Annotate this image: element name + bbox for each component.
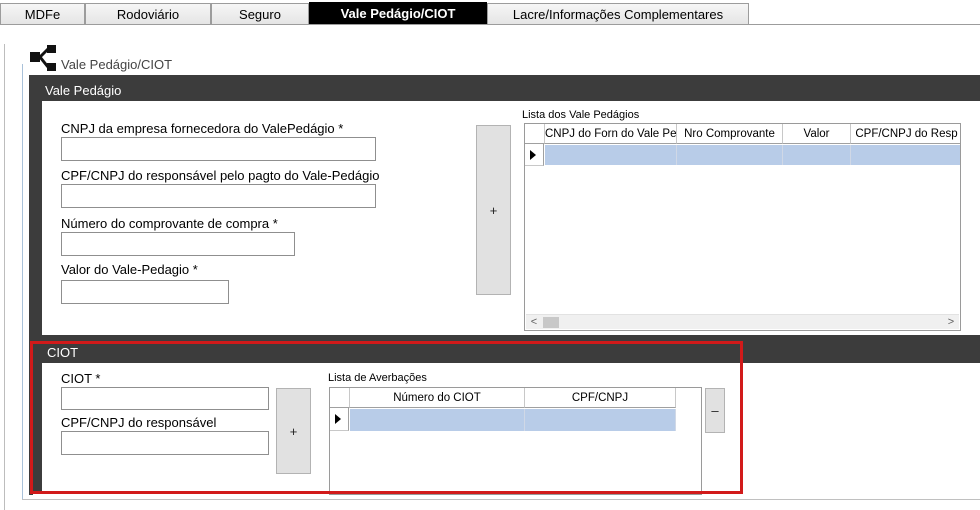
numero-comprovante-input[interactable] [61,232,295,256]
tab-lacre-informacoes[interactable]: Lacre/Informações Complementares [487,3,749,25]
tab-mdfe[interactable]: MDFe [0,3,85,25]
scroll-right-button[interactable]: > [943,315,959,330]
cpf-responsavel-pagto-input[interactable] [61,184,376,208]
column-header-cnpj-forn[interactable]: CNPJ do Forn do Vale Ped [545,124,677,144]
group-frame-left [22,64,23,500]
section-title: Vale Pedágio/CIOT [61,57,173,72]
column-header-valor[interactable]: Valor [783,124,851,144]
highlight-box [30,341,743,494]
scroll-thumb[interactable] [543,317,559,328]
table-row-cell[interactable] [545,145,677,165]
table-row-cell[interactable] [851,145,960,165]
horizontal-scrollbar[interactable]: < > [526,314,959,329]
group-frame-bottom [22,499,980,500]
tab-vale-pedagio-ciot[interactable]: Vale Pedágio/CIOT [309,2,487,25]
grid-corner [525,124,545,144]
current-row-arrow-icon [530,150,536,160]
cnpj-fornecedora-label: CNPJ da empresa fornecedora do ValePedág… [61,121,344,136]
hierarchy-icon [30,45,56,71]
table-row-cell[interactable] [677,145,783,165]
scroll-left-button[interactable]: < [526,315,542,330]
tab-strip-divider [0,24,980,25]
column-header-nro-comprovante[interactable]: Nro Comprovante [677,124,783,144]
valor-vale-pedagio-label: Valor do Vale-Pedagio * [61,262,198,277]
cpf-responsavel-pagto-label: CPF/CNPJ do responsável pelo pagto do Va… [61,168,380,183]
tab-rodoviario[interactable]: Rodoviário [85,3,211,25]
vale-pedagio-grid[interactable]: CNPJ do Forn do Vale Ped Nro Comprovante… [524,123,961,331]
numero-comprovante-label: Número do comprovante de compra * [61,216,278,231]
table-row-cell[interactable] [783,145,851,165]
valor-vale-pedagio-input[interactable] [61,280,229,304]
add-vale-pedagio-button[interactable]: + [476,125,511,295]
cnpj-fornecedora-input[interactable] [61,137,376,161]
vale-pedagio-list-title: Lista dos Vale Pedágios [522,109,640,121]
vale-pedagio-panel-frame-left [29,75,38,335]
content-frame-left [4,44,5,510]
column-header-cpf-cnpj-resp[interactable]: CPF/CNPJ do Resp [851,124,960,144]
vale-pedagio-header: Vale Pedágio [38,81,980,101]
tab-seguro[interactable]: Seguro [211,3,309,25]
